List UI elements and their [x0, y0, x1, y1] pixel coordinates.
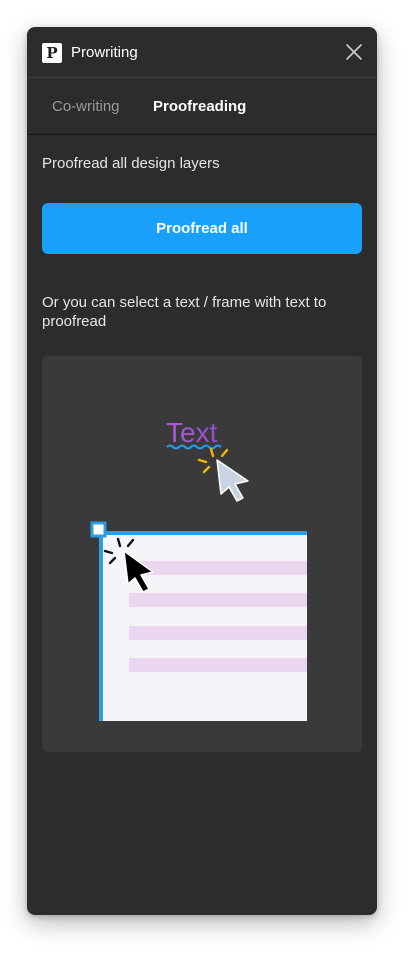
- text-line: [129, 626, 307, 640]
- tab-co-writing[interactable]: Co-writing: [52, 97, 120, 117]
- prowriting-logo: P: [42, 43, 62, 63]
- frame-border-left: [99, 531, 103, 721]
- text-line: [129, 593, 307, 607]
- header: P Prowriting: [27, 27, 377, 78]
- frame-border-top: [99, 531, 307, 535]
- close-icon: [346, 44, 362, 60]
- illustration-graphic: Text: [90, 417, 307, 721]
- proofread-all-button[interactable]: Proofread all: [42, 203, 362, 254]
- tab-bar: Co-writing Proofreading: [27, 78, 377, 135]
- selection-hint-text: Or you can select a text / frame with te…: [42, 294, 327, 330]
- app-title: Prowriting: [71, 44, 138, 61]
- sample-text-word: Text: [166, 417, 218, 448]
- proofread-intro-text: Proofread all design layers: [42, 155, 220, 172]
- selection-illustration: Text: [42, 356, 362, 752]
- frame-corner-handle: [90, 521, 107, 538]
- cursor-arrow-icon: [216, 459, 249, 502]
- plugin-panel: P Prowriting Co-writing Proofreading Pro…: [27, 27, 377, 915]
- text-line: [129, 561, 307, 575]
- tab-proofreading[interactable]: Proofreading: [153, 97, 246, 117]
- text-line: [129, 658, 307, 672]
- close-button[interactable]: [343, 41, 365, 63]
